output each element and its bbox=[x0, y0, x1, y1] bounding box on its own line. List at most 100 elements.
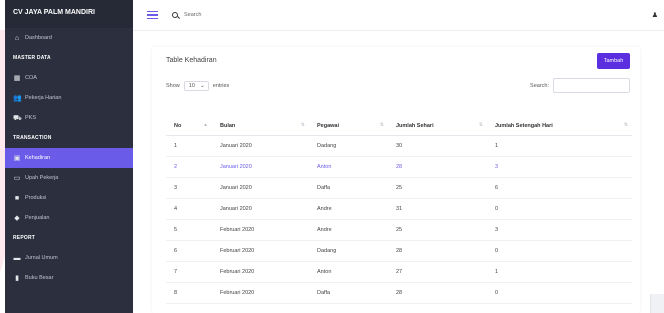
table-row[interactable]: 5 Februari 2020 Andre 25 3 bbox=[166, 219, 632, 241]
table-cell: Februari 2020 bbox=[212, 261, 309, 283]
dashboard-icon: ⌂ bbox=[14, 34, 20, 42]
sidebar-item-buku-besar[interactable]: ▮ Buku Besar bbox=[5, 268, 133, 288]
table-cell: 6 bbox=[487, 177, 632, 199]
sort-icon: ⇅ bbox=[379, 122, 384, 128]
sidebar-item-label: COA bbox=[25, 75, 37, 81]
table-cell: 6 bbox=[166, 240, 212, 262]
sidebar-item-label: Produksi bbox=[25, 195, 47, 201]
table-cell: 25 bbox=[388, 219, 487, 241]
table-cell: Daffa bbox=[309, 282, 388, 304]
menu-toggle-icon[interactable] bbox=[147, 10, 158, 20]
add-button[interactable]: Tambah bbox=[597, 53, 630, 69]
table-cell: Dadang bbox=[309, 135, 388, 157]
table-header-row: No ▲ Bulan ⇅ Pegawai ⇅ Jumlah Sehari ⇅ Jumlah Se… bbox=[166, 117, 632, 136]
table-cell: 25 bbox=[388, 177, 487, 199]
table-cell: 28 bbox=[388, 240, 487, 262]
table-cell: 28 bbox=[388, 156, 487, 178]
sidebar-item-label: Buku Besar bbox=[25, 275, 54, 281]
sidebar-item-coa[interactable]: ▦ COA bbox=[5, 68, 133, 88]
column-header[interactable]: Jumlah Sehari ⇅ bbox=[388, 117, 487, 136]
column-header[interactable]: Bulan ⇅ bbox=[212, 117, 309, 136]
table-cell: 7 bbox=[166, 261, 212, 283]
book-icon: ▮ bbox=[15, 274, 19, 282]
truck-icon: ⛟ bbox=[13, 114, 22, 122]
table-cell: 8 bbox=[166, 282, 212, 304]
sidebar-item-produksi[interactable]: ■ Produksi bbox=[5, 188, 133, 208]
table-cell: 5 bbox=[166, 219, 212, 241]
table-cell: 31 bbox=[388, 198, 487, 220]
table-cell: Daffa bbox=[309, 177, 388, 199]
table-cell: Anton bbox=[309, 261, 388, 283]
column-header-label: Bulan bbox=[220, 122, 236, 129]
table-cell: 4 bbox=[166, 198, 212, 220]
table-cell: Andre bbox=[309, 219, 388, 241]
sidebar-item-label: Kehadiran bbox=[25, 155, 51, 161]
table-row[interactable]: 3 Januari 2020 Daffa 25 6 bbox=[166, 177, 632, 199]
sidebar-item-penjualan[interactable]: ◆ Penjualan bbox=[5, 208, 133, 228]
sidebar-item-pekerja-harian[interactable]: 👥 Pekerja Harian bbox=[5, 88, 133, 108]
sidebar-item-dashboard[interactable]: ⌂ Dashboard bbox=[5, 28, 133, 48]
entries-select[interactable]: 10 ⌄ bbox=[183, 81, 209, 91]
table-row[interactable]: 6 Februari 2020 Dadang 28 0 bbox=[166, 240, 632, 262]
table-row[interactable]: 4 Januari 2020 Andre 31 0 bbox=[166, 198, 632, 220]
table-cell: Januari 2020 bbox=[212, 198, 309, 220]
column-header[interactable]: Pegawai ⇅ bbox=[309, 117, 388, 136]
folder-icon: ▬ bbox=[13, 254, 21, 262]
table-cell: 3 bbox=[487, 219, 632, 241]
table-row[interactable]: 7 Februari 2020 Anton 27 1 bbox=[166, 261, 632, 283]
table-cell: 30 bbox=[388, 135, 487, 157]
sidebar-item-label: PKS bbox=[25, 115, 37, 121]
table-cell: Januari 2020 bbox=[212, 135, 309, 157]
sidebar-nav: ⌂ Dashboard MASTER DATA ▦ COA 👥 Pekerja Harian… bbox=[5, 28, 133, 288]
entries-value: 10 bbox=[188, 83, 195, 89]
user-icon[interactable]: ♟ bbox=[652, 11, 658, 19]
users-icon: 👥 bbox=[13, 94, 22, 102]
table-cell: 3 bbox=[166, 177, 212, 199]
table-cell: 0 bbox=[487, 240, 632, 262]
sidebar-item-kehadiran[interactable]: ▣ Kehadiran bbox=[5, 148, 133, 168]
table-cell: Februari 2020 bbox=[212, 240, 309, 262]
sidebar-section-heading: REPORT bbox=[13, 235, 36, 241]
sidebar-section-heading: MASTER DATA bbox=[13, 55, 51, 61]
sidebar-item-label: Jurnal Umum bbox=[25, 255, 58, 261]
money-icon: ▭ bbox=[13, 174, 21, 182]
table-cell: Anton bbox=[309, 156, 388, 178]
sidebar-item-label: Dashboard bbox=[25, 35, 52, 41]
table-cell: 0 bbox=[487, 198, 632, 220]
column-header[interactable]: No ▲ bbox=[166, 117, 212, 136]
table-cell: Januari 2020 bbox=[212, 177, 309, 199]
sidebar-item-pks[interactable]: ⛟ PKS bbox=[5, 108, 133, 128]
sort-icon: ⇅ bbox=[478, 122, 483, 128]
sidebar: CV JAYA PALM MANDIRI ⌂ Dashboard MASTER DA… bbox=[5, 0, 133, 313]
sidebar-item-jurnal-umum[interactable]: ▬ Jurnal Umum bbox=[5, 248, 133, 268]
kehadiran-table: No ▲ Bulan ⇅ Pegawai ⇅ Jumlah Sehari ⇅ Jumlah Se… bbox=[166, 117, 632, 304]
column-header-label: No bbox=[174, 122, 182, 129]
table-search-input[interactable] bbox=[553, 78, 630, 93]
table-cell: Dadang bbox=[309, 240, 388, 262]
table-cell: 0 bbox=[487, 282, 632, 304]
sidebar-item-upah-pekerja[interactable]: ▭ Upah Pekerja bbox=[5, 168, 133, 188]
table-row[interactable]: 1 Januari 2020 Dadang 30 1 bbox=[166, 135, 632, 157]
kehadiran-card: Table Kehadiran Tambah Show 10 ⌄ entries … bbox=[152, 47, 640, 313]
search-icon bbox=[172, 12, 178, 18]
calendar-icon: ▣ bbox=[13, 154, 21, 162]
sidebar-section-heading: TRANSACTION bbox=[13, 135, 52, 141]
table-cell: 28 bbox=[388, 282, 487, 304]
top-search[interactable]: Search bbox=[172, 12, 201, 18]
grid-icon: ▦ bbox=[13, 74, 21, 82]
table-cell: Andre bbox=[309, 198, 388, 220]
sidebar-item-label: Upah Pekerja bbox=[25, 175, 59, 181]
sort-icon: ⇅ bbox=[300, 122, 305, 128]
scrollbar-corner bbox=[650, 294, 664, 313]
table-cell: Januari 2020 bbox=[212, 156, 309, 178]
column-header-label: Jumlah Sehari bbox=[396, 122, 434, 129]
table-cell: 27 bbox=[388, 261, 487, 283]
table-cell: Februari 2020 bbox=[212, 219, 309, 241]
column-header[interactable]: Jumlah Setengah Hari ⇅ bbox=[487, 117, 632, 136]
table-cell: Februari 2020 bbox=[212, 282, 309, 304]
sort-icon: ▲ bbox=[203, 122, 208, 128]
chevron-down-icon: ⌄ bbox=[200, 83, 205, 89]
table-row[interactable]: 2 Januari 2020 Anton 28 3 bbox=[166, 156, 632, 178]
sort-icon: ⇅ bbox=[623, 122, 628, 128]
table-row[interactable]: 8 Februari 2020 Daffa 28 0 bbox=[166, 282, 632, 304]
